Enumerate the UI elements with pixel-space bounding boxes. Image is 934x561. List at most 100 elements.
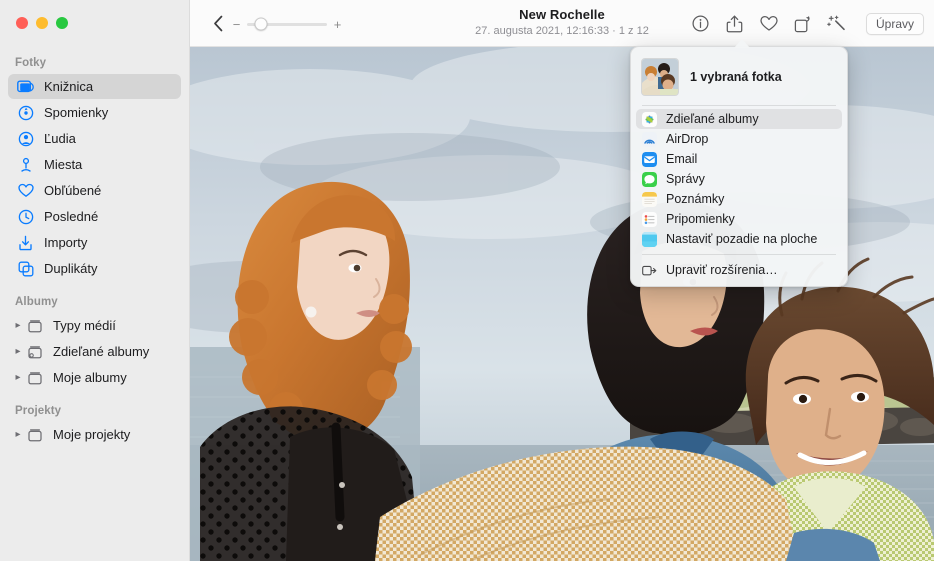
people-icon: [16, 130, 35, 147]
rotate-button[interactable]: [786, 9, 820, 39]
chevron-right-icon[interactable]: ▸: [12, 347, 24, 357]
sidebar-item-label: Typy médií: [53, 318, 116, 333]
sidebar-item-oblubene[interactable]: Obľúbené: [8, 178, 181, 203]
zoom-out-label[interactable]: −: [232, 18, 241, 31]
sidebar-item-label: Posledné: [44, 209, 98, 224]
heart-icon: [760, 15, 778, 32]
share-item-email[interactable]: Email: [636, 149, 842, 169]
sidebar-item-spomienky[interactable]: Spomienky: [8, 100, 181, 125]
favorite-button[interactable]: [752, 9, 786, 39]
memories-icon: [16, 104, 35, 121]
toolbar: − + New Rochelle 27. augusta 2021, 12:16…: [190, 0, 934, 47]
sidebar-section-fotky: Fotky: [0, 50, 189, 73]
zoom-slider-track[interactable]: [247, 23, 327, 26]
share-item-label: Poznámky: [666, 192, 724, 206]
share-item-label: Zdieľané albumy: [666, 112, 759, 126]
minimize-button[interactable]: [36, 17, 48, 29]
mail-app-icon: [642, 152, 657, 167]
sidebar-item-posledne[interactable]: Posledné: [8, 204, 181, 229]
info-circle-icon: [692, 15, 709, 32]
sidebar-item-moje-projekty[interactable]: ▸ Moje projekty: [8, 422, 181, 447]
sidebar-item-label: Knižnica: [44, 79, 93, 94]
album-icon: [25, 317, 44, 334]
share-menu-header-label: 1 vybraná fotka: [690, 70, 782, 84]
photos-app-window: Fotky Knižnica: [0, 0, 934, 561]
sidebar-item-label: Zdieľané albumy: [53, 344, 149, 359]
close-button[interactable]: [16, 17, 28, 29]
magic-wand-icon: [827, 15, 846, 33]
import-icon: [16, 234, 35, 251]
desktop-picture-icon: [642, 232, 657, 247]
rotate-icon: [794, 15, 812, 33]
photos-app-icon: [642, 112, 657, 127]
share-menu-header: 1 vybraná fotka: [631, 52, 847, 103]
sidebar-section-projekty: Projekty: [0, 391, 189, 421]
popup-divider-bottom: [642, 254, 836, 255]
sidebar-item-label: Duplikáty: [44, 261, 97, 276]
auto-enhance-button[interactable]: [820, 9, 854, 39]
popup-divider: [642, 105, 836, 106]
heart-icon: [16, 182, 35, 199]
sidebar-item-typy-medii[interactable]: ▸ Typy médií: [8, 313, 181, 338]
sidebar-item-label: Spomienky: [44, 105, 108, 120]
maximize-button[interactable]: [56, 17, 68, 29]
chevron-right-icon[interactable]: ▸: [12, 321, 24, 331]
reminders-app-icon: [642, 212, 657, 227]
sidebar-item-zdielane-albumy[interactable]: ▸ Zdieľané albumy: [8, 339, 181, 364]
clock-icon: [16, 208, 35, 225]
share-item-label: Upraviť rozšírenia…: [666, 263, 778, 277]
share-button[interactable]: [718, 9, 752, 39]
places-pin-icon: [16, 156, 35, 173]
sidebar-item-kniznica[interactable]: Knižnica: [8, 74, 181, 99]
sidebar-item-label: Miesta: [44, 157, 82, 172]
sidebar-item-miesta[interactable]: Miesta: [8, 152, 181, 177]
sidebar-item-label: Obľúbené: [44, 183, 101, 198]
share-item-pripomienky[interactable]: Pripomienky: [636, 209, 842, 229]
notes-app-icon: [642, 192, 657, 207]
chevron-right-icon[interactable]: ▸: [12, 373, 24, 383]
sidebar: Fotky Knižnica: [0, 0, 190, 561]
edit-button[interactable]: Úpravy: [866, 13, 924, 35]
sidebar-item-ludia[interactable]: Ľudia: [8, 126, 181, 151]
share-item-label: Pripomienky: [666, 212, 735, 226]
share-item-airdrop[interactable]: AirDrop: [636, 129, 842, 149]
chevron-right-icon[interactable]: ▸: [12, 430, 24, 440]
traffic-lights: [16, 17, 68, 29]
share-up-arrow-icon: [726, 15, 743, 33]
sidebar-section-albumy: Albumy: [0, 282, 189, 312]
share-item-label: Email: [666, 152, 697, 166]
back-button[interactable]: [206, 11, 230, 35]
sidebar-item-label: Moje albumy: [53, 370, 127, 385]
album-icon: [25, 426, 44, 443]
sidebar-item-importy[interactable]: Importy: [8, 230, 181, 255]
sidebar-item-label: Moje projekty: [53, 427, 130, 442]
selected-photo-thumbnail: [641, 58, 679, 96]
sidebar-item-label: Ľudia: [44, 131, 76, 146]
share-item-poznamky[interactable]: Poznámky: [636, 189, 842, 209]
share-item-upravit-rozsirenia[interactable]: Upraviť rozšírenia…: [636, 260, 842, 280]
zoom-slider-knob[interactable]: [255, 18, 268, 31]
extensions-icon: [642, 263, 657, 278]
share-item-spravy[interactable]: Správy: [636, 169, 842, 189]
share-item-label: AirDrop: [666, 132, 708, 146]
share-item-label: Správy: [666, 172, 705, 186]
share-menu-popup: 1 vybraná fotka: [630, 46, 848, 287]
airdrop-icon: [642, 132, 657, 147]
sidebar-item-duplikaty[interactable]: Duplikáty: [8, 256, 181, 281]
toolbar-actions: Úpravy: [684, 0, 924, 47]
messages-app-icon: [642, 172, 657, 187]
shared-album-icon: [25, 343, 44, 360]
library-icon: [16, 78, 35, 95]
zoom-slider[interactable]: − +: [232, 17, 342, 31]
info-button[interactable]: [684, 9, 718, 39]
album-icon: [25, 369, 44, 386]
sidebar-scroll[interactable]: Fotky Knižnica: [0, 50, 189, 561]
duplicates-icon: [16, 260, 35, 277]
zoom-in-label[interactable]: +: [333, 18, 342, 31]
share-item-label: Nastaviť pozadie na ploche: [666, 232, 817, 246]
sidebar-item-label: Importy: [44, 235, 87, 250]
share-item-zdielane-albumy[interactable]: Zdieľané albumy: [636, 109, 842, 129]
sidebar-item-moje-albumy[interactable]: ▸ Moje albumy: [8, 365, 181, 390]
share-item-nastavit-pozadie[interactable]: Nastaviť pozadie na ploche: [636, 229, 842, 249]
chevron-left-icon: [213, 15, 224, 32]
